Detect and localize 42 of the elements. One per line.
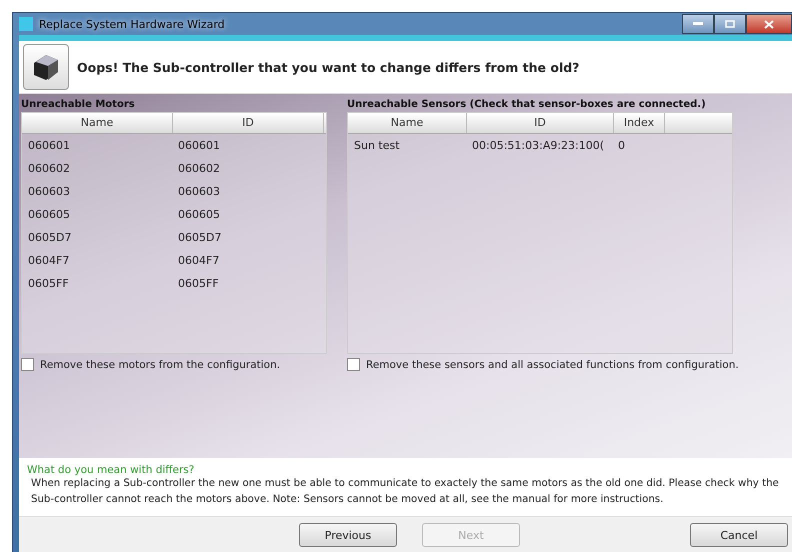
column-header[interactable]: ID bbox=[173, 113, 324, 133]
section-title: Unreachable Sensors (Check that sensor-boxes are connected.) bbox=[347, 98, 707, 112]
table-cell-text: 060602 bbox=[27, 162, 71, 175]
table-cell-text: Sun test bbox=[353, 139, 401, 152]
wizard-button[interactable]: Cancel bbox=[690, 523, 788, 547]
table-cell-text: 0605D7 bbox=[177, 231, 222, 244]
header-message: Oops! The Sub-controller that you want to change differs from the old? bbox=[77, 60, 580, 74]
table-cell-text: 060605 bbox=[27, 208, 71, 221]
column-header[interactable]: ID bbox=[467, 113, 614, 133]
close-icon bbox=[764, 20, 774, 28]
table-cell-text: 060601 bbox=[177, 139, 221, 152]
section-title: Unreachable Motors bbox=[21, 98, 136, 112]
table-cell-text: 0604F7 bbox=[177, 254, 220, 267]
table-cell-text: 0605D7 bbox=[27, 231, 72, 244]
minimize-button[interactable] bbox=[682, 14, 714, 34]
window-title: Replace System Hardware Wizard bbox=[39, 18, 225, 30]
column-header[interactable]: Index bbox=[614, 113, 665, 133]
hardware-box-icon bbox=[23, 44, 69, 90]
column-header[interactable]: Name bbox=[22, 113, 173, 133]
app-icon bbox=[19, 17, 33, 31]
wizard-button[interactable]: Previous bbox=[299, 523, 397, 547]
table-cell-text: 060605 bbox=[177, 208, 221, 221]
table-cell-text: 00:05:51:03:A9:23:100( bbox=[471, 139, 606, 152]
checkbox[interactable] bbox=[347, 358, 360, 371]
table-cell-text: 060601 bbox=[27, 139, 71, 152]
table-cell-text: 060603 bbox=[27, 185, 71, 198]
help-text: When replacing a Sub-controller the new one must be able to communicate to exactely the same motors as the old one did. Please check why the Sub-controller cannot reach the motors above. Note: Sensors cannot be moved at all, see the manual for more instructions. bbox=[30, 477, 780, 507]
minimize-icon bbox=[693, 22, 703, 26]
table-cell-text: 0 bbox=[617, 139, 626, 152]
checkbox[interactable] bbox=[21, 358, 34, 371]
checkbox-label: Remove these sensors and all associated functions from configuration. bbox=[366, 358, 739, 370]
maximize-button[interactable] bbox=[714, 14, 746, 34]
column-header[interactable]: Name bbox=[348, 113, 467, 133]
checkbox-label: Remove these motors from the configuration. bbox=[40, 358, 280, 370]
table-cell-text: 0605FF bbox=[27, 277, 70, 290]
maximize-icon bbox=[725, 20, 735, 28]
table-cell-text: 0604F7 bbox=[27, 254, 70, 267]
help-title: What do you mean with differs? bbox=[27, 464, 196, 476]
table-cell-text: 060603 bbox=[177, 185, 221, 198]
close-button[interactable] bbox=[746, 14, 792, 34]
table-cell-text: 0605FF bbox=[177, 277, 220, 290]
table-cell-text: 060602 bbox=[177, 162, 221, 175]
